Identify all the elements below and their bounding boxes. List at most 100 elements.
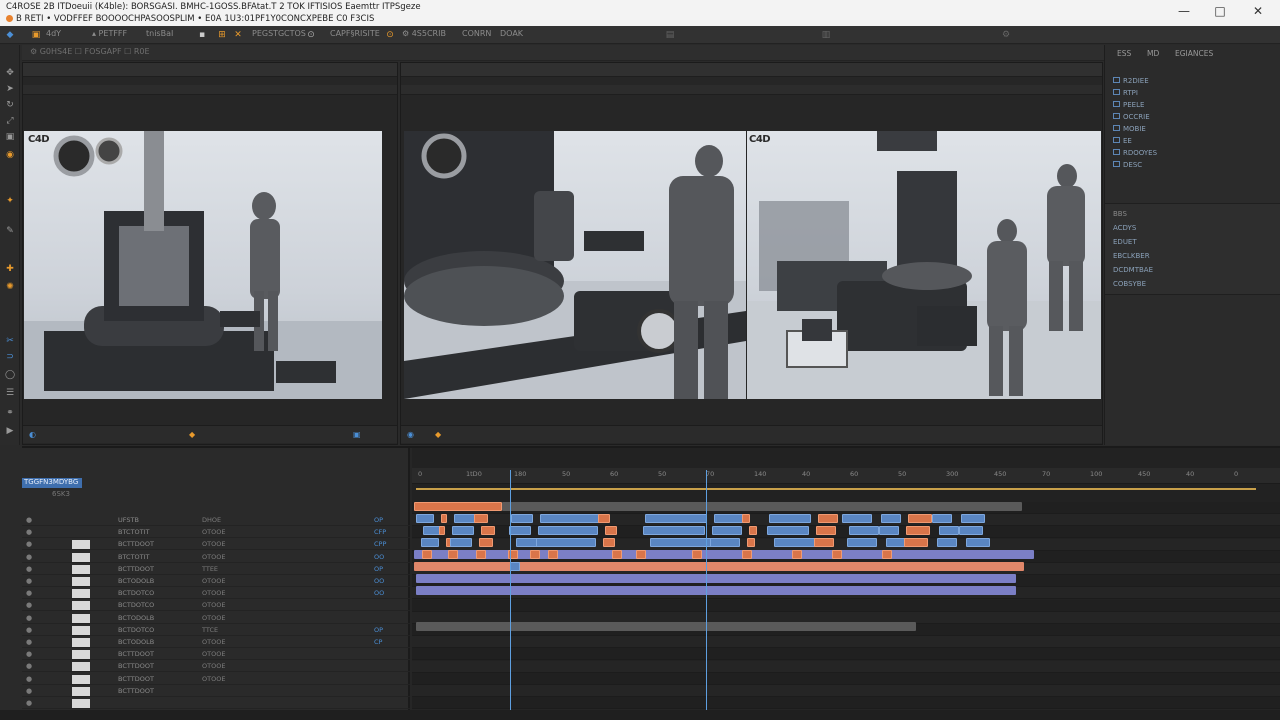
timeline-clip[interactable] bbox=[605, 526, 617, 535]
circle-icon[interactable]: ⊙ bbox=[305, 29, 317, 41]
timeline-clip[interactable] bbox=[511, 514, 533, 523]
visibility-icon[interactable]: ● bbox=[26, 687, 32, 695]
attr-row[interactable]: EBCLKBER bbox=[1113, 252, 1150, 262]
playhead-1[interactable] bbox=[510, 470, 511, 712]
panel-tab-0[interactable]: ESS bbox=[1117, 49, 1131, 58]
timeline-clip[interactable] bbox=[792, 550, 802, 559]
visibility-icon[interactable]: ● bbox=[26, 626, 32, 634]
timeline-clip[interactable] bbox=[937, 538, 957, 547]
timeline-clip[interactable] bbox=[906, 526, 930, 535]
timeline-clip[interactable] bbox=[842, 514, 872, 523]
object-item[interactable]: PEELE bbox=[1113, 101, 1144, 111]
timeline-clip[interactable] bbox=[849, 526, 879, 535]
visibility-icon[interactable]: ● bbox=[26, 540, 32, 548]
visibility-icon[interactable]: ● bbox=[26, 577, 32, 585]
timeline-clip[interactable] bbox=[452, 526, 474, 535]
panel-icon[interactable]: ▥ bbox=[820, 29, 832, 41]
timeline-clip[interactable] bbox=[939, 526, 959, 535]
visibility-icon[interactable]: ● bbox=[26, 662, 32, 670]
object-item[interactable]: RTPI bbox=[1113, 89, 1138, 99]
menu-item-7[interactable]: CONRN bbox=[462, 29, 491, 41]
attr-row[interactable]: EDUET bbox=[1113, 238, 1137, 248]
keyframe-main-icon[interactable]: ◆ bbox=[435, 430, 441, 439]
layer-row[interactable]: ● bbox=[22, 697, 410, 709]
layer-row[interactable]: ● BCTTDOOT TTEE OP bbox=[22, 563, 410, 575]
timeline-clip[interactable] bbox=[603, 538, 615, 547]
layer-row[interactable]: ● BCTTDOOT bbox=[22, 685, 410, 697]
layer-row[interactable]: ● BTCTOTIT OTOOE CFP bbox=[22, 526, 410, 539]
layer-row[interactable]: ● BCTTDOOT OTOOE bbox=[22, 673, 410, 685]
cube-icon[interactable]: ▣ bbox=[3, 131, 17, 143]
timeline-clip[interactable] bbox=[818, 514, 838, 523]
menu-item-3[interactable]: PEGSTG bbox=[252, 29, 284, 41]
pointer-icon[interactable]: ➤ bbox=[3, 83, 17, 95]
visibility-icon[interactable]: ● bbox=[26, 528, 32, 536]
track-row[interactable] bbox=[412, 685, 1280, 697]
viewport-header-left[interactable]: ⚙ G0HS4E ☐ FOSGAPF ☐ R0E bbox=[30, 47, 150, 59]
object-item[interactable]: EE bbox=[1113, 137, 1132, 147]
viewport-left[interactable]: C4D ◐ ◆ ▣ bbox=[22, 62, 398, 445]
visibility-icon[interactable]: ● bbox=[26, 601, 32, 609]
timeline-clip[interactable] bbox=[414, 502, 502, 511]
visibility-icon[interactable]: ● bbox=[26, 650, 32, 658]
brush-icon[interactable]: ✺ bbox=[3, 281, 17, 293]
timeline-clip[interactable] bbox=[530, 550, 540, 559]
viewport-main[interactable]: C4D ◉ ◆ bbox=[400, 62, 1103, 445]
timeline-clip[interactable] bbox=[879, 526, 899, 535]
timeline-clip[interactable] bbox=[645, 514, 707, 523]
timeline-clip[interactable] bbox=[816, 526, 836, 535]
timeline-clip[interactable] bbox=[932, 514, 952, 523]
visibility-icon[interactable]: ● bbox=[26, 516, 32, 524]
target-icon[interactable]: ⊙ bbox=[384, 29, 396, 41]
settings-icon[interactable]: ⚙ bbox=[1000, 29, 1012, 41]
timeline-clip[interactable] bbox=[421, 538, 439, 547]
timeline-clip[interactable] bbox=[712, 526, 742, 535]
layer-row[interactable]: ● BCTTDOOT OTOOE bbox=[22, 648, 410, 661]
timeline-clip[interactable] bbox=[454, 514, 476, 523]
track-row[interactable] bbox=[412, 672, 1280, 685]
object-item[interactable]: RDOOYES bbox=[1113, 149, 1157, 159]
layer-row[interactable]: ● BCTODOLB OTOOE OO bbox=[22, 575, 410, 587]
menu-item-1[interactable]: ▴ PETFFF bbox=[92, 29, 127, 41]
grid-icon[interactable]: ⊞ bbox=[216, 29, 228, 41]
attr-row[interactable]: ACDYS bbox=[1113, 224, 1136, 234]
maximize-button[interactable]: □ bbox=[1206, 3, 1234, 21]
timeline-clip[interactable] bbox=[961, 514, 985, 523]
knife-icon[interactable]: ✂ bbox=[3, 335, 17, 347]
timeline-clip[interactable] bbox=[767, 526, 809, 535]
timeline-clip[interactable] bbox=[538, 526, 598, 535]
timeline-clip[interactable] bbox=[814, 538, 834, 547]
timeline-marker-icon[interactable]: ◐ bbox=[29, 430, 36, 439]
timeline-clip[interactable] bbox=[414, 550, 1034, 559]
layer-row[interactable]: ● BCTDOTCO OTOOE bbox=[22, 599, 410, 612]
work-area-bar[interactable] bbox=[416, 488, 1256, 490]
track-row[interactable] bbox=[412, 648, 1280, 661]
layer-row[interactable]: ● BTCTOTIT OTOOE OO bbox=[22, 551, 410, 563]
timeline-clip[interactable] bbox=[414, 562, 1024, 571]
viewport-left-render[interactable]: C4D bbox=[24, 131, 382, 399]
menu-item-6[interactable]: ⚙ 4S5CRIB bbox=[402, 29, 446, 41]
cross-icon[interactable]: ✕ bbox=[232, 29, 244, 41]
timeline-clip[interactable] bbox=[598, 514, 610, 523]
visibility-icon[interactable]: ● bbox=[26, 589, 32, 597]
layer-row[interactable]: ● UFSTB DHOE OP bbox=[22, 514, 410, 526]
layer-row[interactable]: ● BCTDOTCO OTOOE OO bbox=[22, 587, 410, 600]
timeline-clip[interactable] bbox=[439, 526, 445, 535]
timeline-clip[interactable] bbox=[502, 502, 1022, 511]
timeline-clip[interactable] bbox=[479, 538, 493, 547]
menu-item-0[interactable]: 4dY bbox=[46, 29, 61, 41]
timeline-clip[interactable] bbox=[481, 526, 495, 535]
move-icon[interactable]: ✥ bbox=[3, 67, 17, 79]
timeline-clip[interactable] bbox=[714, 514, 744, 523]
timeline-clip[interactable] bbox=[692, 550, 702, 559]
panel-tab-1[interactable]: MD bbox=[1147, 49, 1159, 58]
sphere-icon[interactable]: ◯ bbox=[3, 369, 17, 381]
timeline-clip[interactable] bbox=[847, 538, 877, 547]
timeline-clip[interactable] bbox=[416, 586, 1016, 595]
visibility-icon[interactable]: ● bbox=[26, 565, 32, 573]
timeline-clip[interactable] bbox=[742, 514, 750, 523]
menu-item-2[interactable]: tnisBaI bbox=[146, 29, 173, 41]
close-button[interactable]: ✕ bbox=[1244, 3, 1272, 21]
timeline-clip[interactable] bbox=[416, 514, 434, 523]
timeline-clip[interactable] bbox=[422, 550, 432, 559]
